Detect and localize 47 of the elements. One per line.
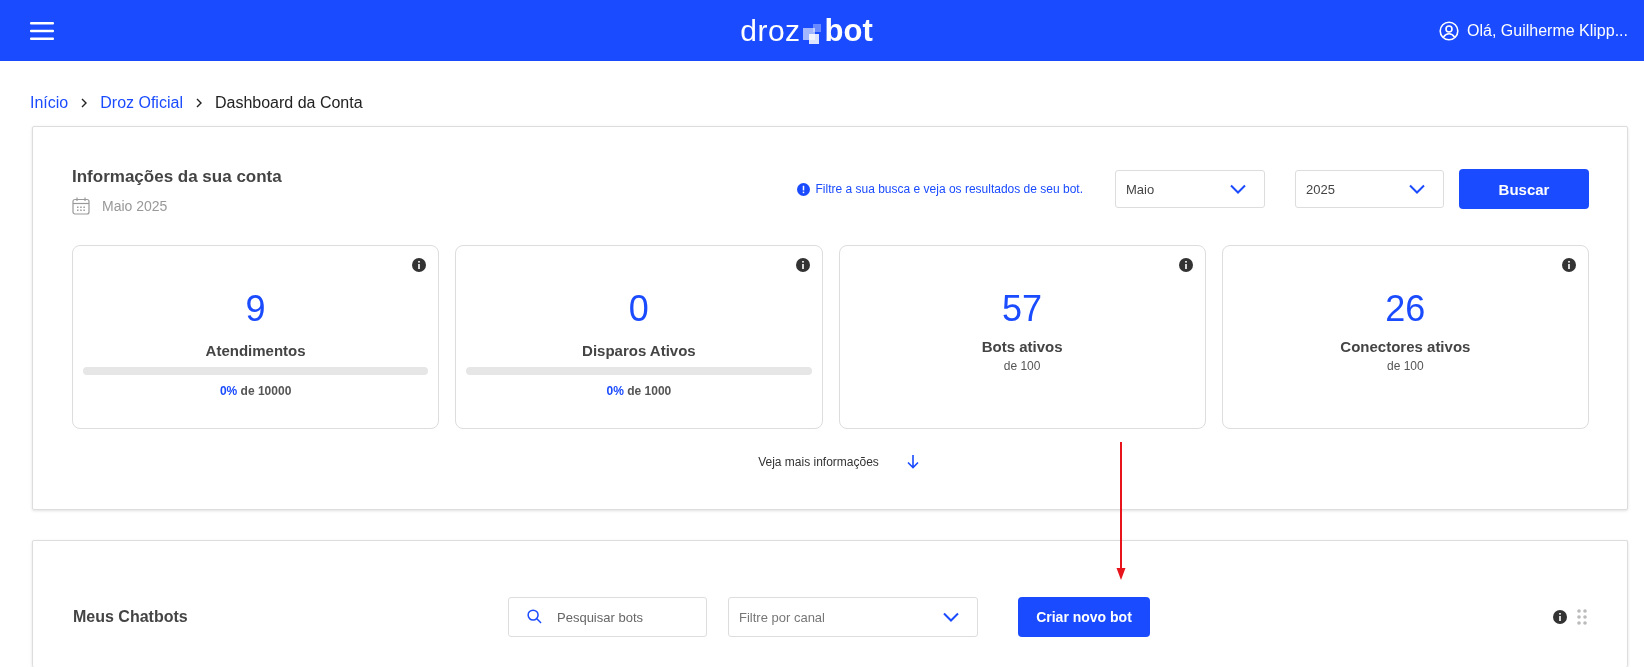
info-icon[interactable] — [1553, 610, 1567, 624]
logo-squares-icon — [802, 23, 823, 44]
alert-icon — [796, 182, 810, 196]
create-bot-button[interactable]: Criar novo bot — [1018, 597, 1150, 637]
search-icon[interactable] — [527, 609, 542, 624]
info-icon[interactable] — [412, 258, 427, 272]
stat-limit: de 100 — [1387, 359, 1424, 373]
info-icon[interactable] — [1178, 258, 1193, 272]
info-icon[interactable] — [795, 258, 810, 272]
stat-limit: de 100 — [1003, 359, 1041, 373]
chevron-down-icon[interactable] — [1230, 184, 1246, 194]
user-icon[interactable] — [1439, 20, 1460, 41]
calendar-icon — [72, 197, 90, 215]
arrow-down-icon[interactable] — [906, 455, 919, 469]
stat-value: 26 — [1385, 288, 1426, 330]
period-text: Maio 2025 — [102, 198, 168, 214]
stat-label: Bots ativos — [981, 338, 1063, 355]
channel-dropdown[interactable]: Filtre por canal — [728, 597, 978, 637]
stat-label: Disparos Ativos — [582, 342, 696, 359]
logo-text: bot — [824, 12, 873, 49]
search-field[interactable]: Pesquisar bots — [508, 597, 707, 637]
breadcrumb-item[interactable]: Início — [30, 93, 69, 112]
drag-handle-icon[interactable] — [1577, 609, 1587, 625]
stat-label: Atendimentos — [205, 342, 306, 359]
chevron-down-icon[interactable] — [1409, 184, 1425, 194]
month-dropdown[interactable]: Maio — [1115, 170, 1265, 208]
stat-value: 9 — [245, 288, 266, 330]
stat-value: 0 — [628, 288, 649, 330]
menu-icon[interactable] — [30, 21, 54, 40]
section-title: Meus Chatbots — [73, 608, 189, 626]
more-info-link[interactable]: Veja mais informações — [758, 455, 919, 469]
info-icon[interactable] — [1562, 258, 1576, 272]
chevron-right-icon — [194, 97, 203, 108]
breadcrumb-item[interactable]: Droz Oficial — [100, 93, 183, 112]
filter-hint: Filtre a sua busca e veja os resultados de seu bot. — [815, 182, 1083, 196]
stat-label: Conectores ativos — [1340, 338, 1471, 355]
stat-value: 57 — [1002, 288, 1043, 330]
logo-text: droz — [740, 13, 801, 48]
year-dropdown[interactable]: 2025 — [1295, 170, 1444, 208]
chevron-down-icon[interactable] — [943, 612, 959, 622]
section-title: Informações da sua conta — [72, 167, 282, 187]
usage-text: 0% de 1000 — [606, 384, 672, 398]
breadcrumb-item: Dashboard da Conta — [214, 93, 363, 112]
user-greeting[interactable]: Olá, Guilherme Klipp... — [1467, 21, 1628, 40]
usage-text: 0% de 10000 — [219, 384, 292, 398]
chevron-right-icon — [80, 97, 89, 108]
search-button[interactable]: Buscar — [1459, 169, 1589, 209]
